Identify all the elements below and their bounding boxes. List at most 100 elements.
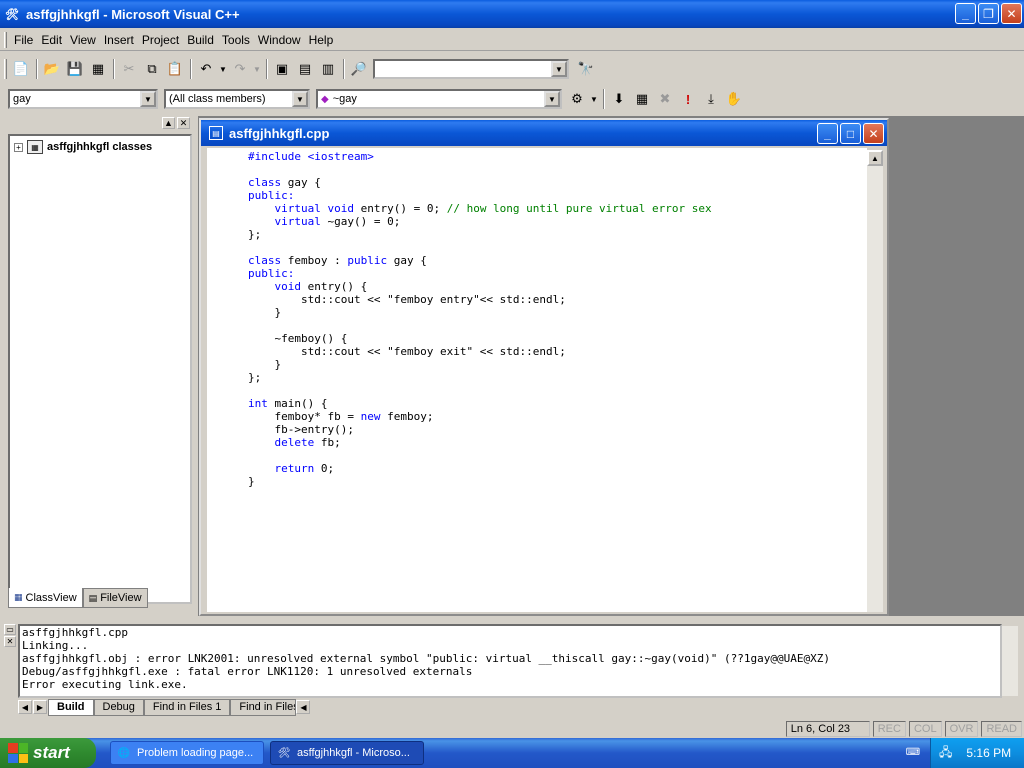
expand-icon[interactable]: + bbox=[14, 142, 23, 152]
chevron-down-icon[interactable]: ▼ bbox=[292, 91, 308, 107]
code-line[interactable]: std::cout << "femboy exit" << std::endl; bbox=[248, 345, 712, 358]
editor-close-button[interactable]: ✕ bbox=[863, 123, 884, 144]
scroll-up-icon[interactable]: ▲ bbox=[867, 150, 883, 166]
tab-fileview[interactable]: ▤ FileView bbox=[82, 588, 148, 608]
build-icon[interactable]: ▦ bbox=[631, 88, 653, 110]
redo-icon[interactable]: ↷ bbox=[229, 58, 251, 80]
tree-root[interactable]: + ▦ asffgjhhkgfl classes bbox=[14, 140, 186, 154]
tab-classview[interactable]: ▦ ClassView bbox=[8, 588, 83, 608]
code-line[interactable] bbox=[248, 163, 712, 176]
minimize-button[interactable]: _ bbox=[955, 3, 976, 24]
copy-icon[interactable]: ⧉ bbox=[141, 58, 163, 80]
code-line[interactable]: public: bbox=[248, 189, 712, 202]
close-button[interactable]: ✕ bbox=[1001, 3, 1022, 24]
editor-vertical-scrollbar[interactable]: ▲ bbox=[867, 150, 883, 612]
chevron-down-icon[interactable]: ▼ bbox=[551, 61, 567, 77]
menu-project[interactable]: Project bbox=[139, 31, 182, 49]
panel-close-icon[interactable]: ✕ bbox=[177, 117, 190, 129]
output-line[interactable]: asffgjhhkgfl.cpp bbox=[22, 626, 1000, 639]
window-title-bar[interactable]: 🛠 asffgjhhkgfl - Microsoft Visual C++ _ … bbox=[0, 0, 1024, 28]
chevron-down-icon[interactable]: ▼ bbox=[140, 91, 156, 107]
code-line[interactable]: } bbox=[248, 475, 712, 488]
function-combo[interactable]: ◆ ~gay ▼ bbox=[316, 89, 562, 109]
menu-edit[interactable]: Edit bbox=[38, 31, 65, 49]
output-text[interactable]: asffgjhhkgfl.cpp Linking... asffgjhhkgfl.o… bbox=[18, 624, 1002, 698]
keyboard-icon[interactable]: ⌨ bbox=[906, 746, 920, 758]
output-window-icon[interactable]: ▤ bbox=[294, 58, 316, 80]
breakpoint-hand-icon[interactable]: ✋ bbox=[723, 88, 745, 110]
code-line[interactable]: fb->entry(); bbox=[248, 423, 712, 436]
code-line[interactable]: class gay { bbox=[248, 176, 712, 189]
find-icon[interactable]: 🔭 bbox=[575, 58, 597, 80]
panel-restore-icon[interactable]: ▲ bbox=[162, 117, 175, 129]
menu-window[interactable]: Window bbox=[255, 31, 304, 49]
code-line[interactable] bbox=[248, 319, 712, 332]
members-combo[interactable]: (All class members) ▼ bbox=[164, 89, 310, 109]
code-line[interactable]: return 0; bbox=[248, 462, 712, 475]
toolbar-grip[interactable] bbox=[4, 59, 7, 79]
start-button[interactable]: start bbox=[0, 738, 96, 768]
execute-icon[interactable]: ! bbox=[677, 88, 699, 110]
tab-find-in-files-2[interactable]: Find in Files 2 bbox=[230, 698, 297, 716]
editor-minimize-button[interactable]: _ bbox=[817, 123, 838, 144]
clock[interactable]: 5:16 PM bbox=[966, 746, 1011, 760]
menu-build[interactable]: Build bbox=[184, 31, 217, 49]
output-restore-icon[interactable]: ▭ bbox=[4, 624, 16, 635]
output-line[interactable]: Debug/asffgjhhkgfl.exe : fatal error LNK… bbox=[22, 665, 1000, 678]
code-editor[interactable]: #include <iostream> class gay {public: vi… bbox=[207, 148, 867, 612]
wizard-dropdown-icon[interactable]: ▼ bbox=[589, 88, 599, 110]
tab-find-in-files-1[interactable]: Find in Files 1 bbox=[143, 698, 231, 716]
code-line[interactable]: }; bbox=[248, 371, 712, 384]
output-close-icon[interactable]: ✕ bbox=[4, 636, 16, 647]
menu-help[interactable]: Help bbox=[306, 31, 337, 49]
editor-title-bar[interactable]: ▤ asffgjhhkgfl.cpp _ □ ✕ bbox=[201, 120, 887, 146]
network-icon[interactable]: 🖧 bbox=[939, 743, 952, 764]
redo-dropdown-icon[interactable]: ▼ bbox=[252, 58, 262, 80]
code-line[interactable]: delete fb; bbox=[248, 436, 712, 449]
class-combo[interactable]: gay ▼ bbox=[8, 89, 158, 109]
code-line[interactable]: } bbox=[248, 306, 712, 319]
save-icon[interactable]: 💾 bbox=[64, 58, 86, 80]
output-line[interactable]: Error executing link.exe. bbox=[22, 678, 1000, 691]
undo-icon[interactable]: ↶ bbox=[195, 58, 217, 80]
class-tree[interactable]: + ▦ asffgjhhkgfl classes bbox=[8, 134, 192, 604]
tab-build[interactable]: Build bbox=[48, 698, 94, 716]
tab-scroll-left-icon[interactable]: ◀ bbox=[18, 700, 32, 714]
code-line[interactable]: femboy* fb = new femboy; bbox=[248, 410, 712, 423]
code-line[interactable]: class femboy : public gay { bbox=[248, 254, 712, 267]
app-icon[interactable]: 🛠 bbox=[4, 6, 20, 22]
taskbar-item-browser[interactable]: 🌐 Problem loading page... bbox=[110, 741, 264, 765]
find-combo[interactable]: ▼ bbox=[373, 59, 569, 79]
menu-insert[interactable]: Insert bbox=[101, 31, 137, 49]
code-line[interactable]: ~femboy() { bbox=[248, 332, 712, 345]
code-line[interactable]: public: bbox=[248, 267, 712, 280]
code-line[interactable]: }; bbox=[248, 228, 712, 241]
new-file-icon[interactable]: 📄 bbox=[10, 58, 32, 80]
code-text[interactable]: #include <iostream> class gay {public: vi… bbox=[248, 150, 712, 488]
output-line[interactable]: asffgjhhkgfl.obj : error LNK2001: unreso… bbox=[22, 652, 1000, 665]
chevron-down-icon[interactable]: ▼ bbox=[544, 91, 560, 107]
taskbar-item-vc[interactable]: 🛠 asffgjhhkgfl - Microso... bbox=[270, 741, 424, 765]
cut-icon[interactable]: ✂ bbox=[118, 58, 140, 80]
workspace-window-icon[interactable]: ▣ bbox=[271, 58, 293, 80]
maximize-button[interactable]: ❐ bbox=[978, 3, 999, 24]
tab-debug[interactable]: Debug bbox=[93, 698, 144, 716]
code-line[interactable] bbox=[248, 449, 712, 462]
compile-icon[interactable]: ⬇ bbox=[608, 88, 630, 110]
editor-maximize-button[interactable]: □ bbox=[840, 123, 861, 144]
code-line[interactable] bbox=[248, 241, 712, 254]
code-line[interactable]: void entry() { bbox=[248, 280, 712, 293]
menu-view[interactable]: View bbox=[67, 31, 99, 49]
code-line[interactable] bbox=[248, 384, 712, 397]
output-line[interactable]: Linking... bbox=[22, 639, 1000, 652]
code-line[interactable]: } bbox=[248, 358, 712, 371]
save-all-icon[interactable]: ▦ bbox=[87, 58, 109, 80]
output-vertical-scrollbar[interactable] bbox=[1002, 626, 1018, 696]
menubar-grip[interactable] bbox=[4, 31, 7, 48]
find-in-files-icon[interactable]: 🔎 bbox=[348, 58, 370, 80]
code-line[interactable]: virtual void entry() = 0; // how long un… bbox=[248, 202, 712, 215]
go-icon[interactable]: ⤓ bbox=[700, 88, 722, 110]
code-line[interactable]: std::cout << "femboy entry"<< std::endl; bbox=[248, 293, 712, 306]
tab-scroll-right-icon[interactable]: ▶ bbox=[33, 700, 47, 714]
menu-tools[interactable]: Tools bbox=[219, 31, 253, 49]
